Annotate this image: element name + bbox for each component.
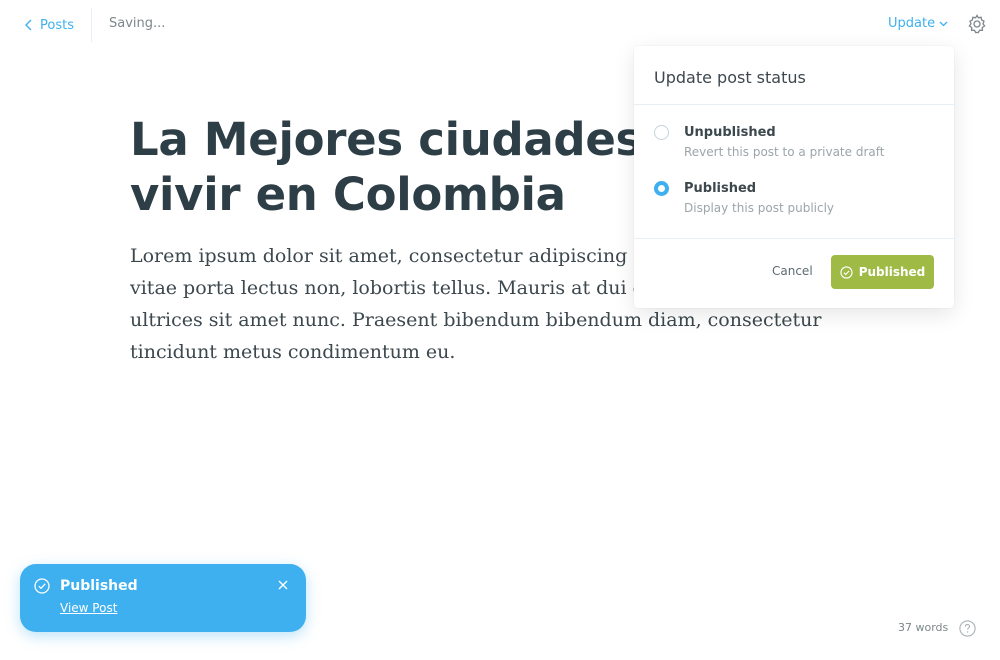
- publish-status-popover: Update post status Unpublished Revert th…: [634, 46, 954, 308]
- publish-button-label: Published: [858, 265, 926, 279]
- top-bar: Posts Saving... Update: [0, 0, 1000, 50]
- check-circle-icon: [840, 265, 853, 279]
- divider: [91, 8, 92, 42]
- chevron-left-icon: [25, 19, 32, 31]
- popover-divider: [634, 238, 954, 239]
- view-post-link[interactable]: View Post: [60, 601, 117, 615]
- back-to-posts-link[interactable]: Posts: [24, 14, 74, 36]
- update-label: Update: [888, 16, 936, 31]
- gear-icon[interactable]: [967, 14, 987, 34]
- save-status: Saving...: [109, 16, 166, 31]
- publish-button[interactable]: Published: [831, 255, 934, 289]
- published-toast: Published View Post: [20, 564, 306, 632]
- close-icon[interactable]: [277, 579, 289, 591]
- toast-title: Published: [60, 578, 138, 594]
- radio-published[interactable]: [654, 181, 669, 196]
- chevron-down-icon: [939, 21, 948, 26]
- radio-unpublished[interactable]: [654, 125, 669, 140]
- back-link-label: Posts: [40, 17, 74, 33]
- popover-title: Update post status: [654, 68, 806, 87]
- check-circle-icon: [34, 578, 50, 594]
- popover-divider: [634, 104, 954, 105]
- cancel-button[interactable]: Cancel: [772, 264, 813, 278]
- option-label: Unpublished: [684, 125, 776, 140]
- update-menu-button[interactable]: Update: [888, 16, 948, 31]
- option-label: Published: [684, 181, 757, 196]
- option-description: Display this post publicly: [684, 201, 835, 215]
- word-count: 37 words: [898, 621, 949, 634]
- help-icon[interactable]: [959, 620, 976, 637]
- option-description: Revert this post to a private draft: [684, 145, 885, 159]
